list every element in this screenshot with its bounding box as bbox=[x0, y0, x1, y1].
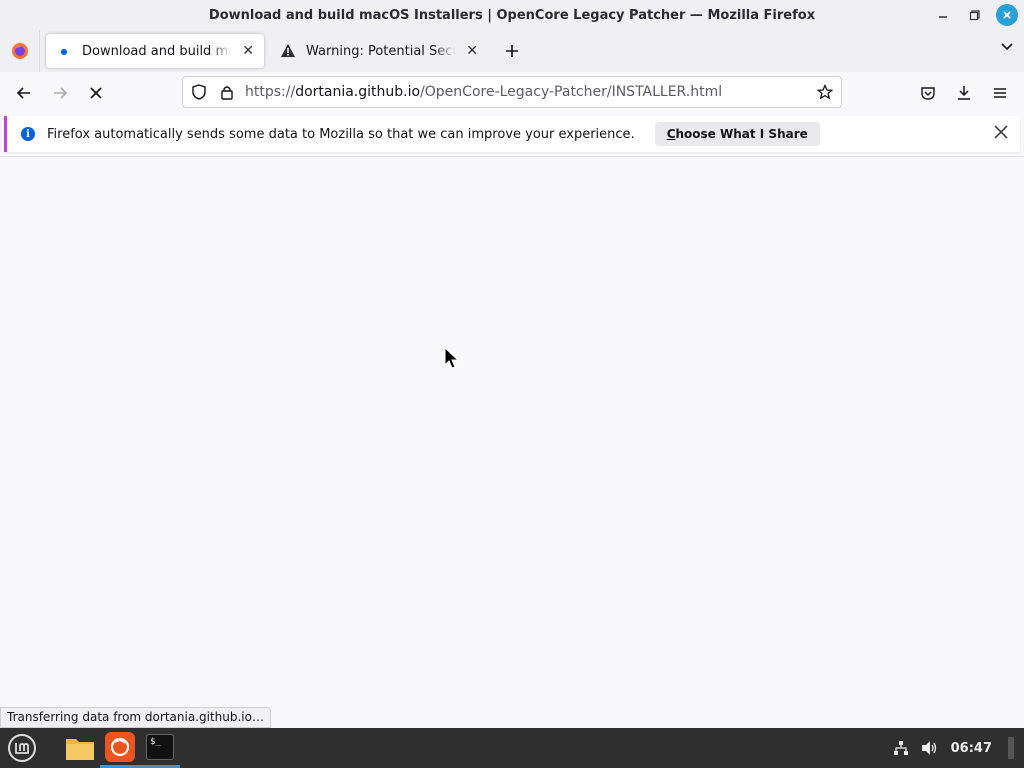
stop-button[interactable] bbox=[80, 77, 112, 109]
forward-button[interactable] bbox=[44, 77, 76, 109]
firefox-icon bbox=[105, 731, 135, 762]
stop-icon bbox=[90, 87, 102, 99]
button-accesskey: C bbox=[666, 127, 676, 141]
tab-close-icon[interactable]: ✕ bbox=[466, 43, 478, 59]
minimize-icon bbox=[939, 16, 947, 18]
pocket-icon bbox=[921, 87, 935, 100]
window-titlebar: Download and build macOS Installers | Op… bbox=[0, 0, 1024, 30]
url-text[interactable]: https://dortania.github.io/OpenCore-Lega… bbox=[245, 84, 817, 100]
clock[interactable]: 06:47 bbox=[951, 741, 992, 756]
chevron-down-icon bbox=[1001, 43, 1013, 51]
button-label: hoose What I Share bbox=[675, 127, 808, 141]
toolbar-right bbox=[912, 77, 1016, 109]
terminal-launcher[interactable]: $_ bbox=[140, 728, 180, 768]
page-content[interactable] bbox=[0, 156, 1024, 728]
notification-message: Firefox automatically sends some data to… bbox=[47, 126, 635, 142]
tab-label: Warning: Potential Security Risk Ahead bbox=[306, 43, 456, 59]
tab-close-icon[interactable]: ✕ bbox=[242, 43, 254, 59]
terminal-icon: $_ bbox=[146, 733, 174, 760]
list-all-tabs-button[interactable] bbox=[1000, 39, 1014, 57]
maximize-icon bbox=[969, 10, 980, 21]
close-icon bbox=[1003, 11, 1011, 19]
close-window-button[interactable] bbox=[996, 4, 1018, 26]
window-controls bbox=[932, 4, 1018, 26]
tab-bar: ● Download and build macOS Installers | … bbox=[0, 30, 1024, 72]
firefox-launcher[interactable] bbox=[100, 728, 140, 768]
info-icon: i bbox=[21, 127, 35, 141]
navigation-toolbar: https://dortania.github.io/OpenCore-Lega… bbox=[0, 72, 1024, 114]
loading-icon: ● bbox=[60, 46, 68, 56]
hamburger-icon bbox=[994, 88, 1006, 98]
url-path: /OpenCore-Legacy-Patcher/INSTALLER.html bbox=[420, 84, 723, 100]
firefox-view-button[interactable] bbox=[0, 30, 40, 72]
show-desktop-button[interactable] bbox=[1008, 737, 1014, 759]
data-reporting-notification: i Firefox automatically sends some data … bbox=[4, 116, 1020, 152]
firefox-logo-icon bbox=[110, 737, 130, 756]
volume-icon[interactable] bbox=[921, 740, 939, 756]
downloads-button[interactable] bbox=[948, 77, 980, 109]
star-icon[interactable] bbox=[817, 84, 833, 100]
taskbar: $_ 06:47 bbox=[0, 728, 1024, 768]
tab-security-warning[interactable]: Warning: Potential Security Risk Ahead ✕ bbox=[270, 34, 488, 68]
files-icon bbox=[66, 739, 94, 760]
warning-icon bbox=[281, 44, 295, 57]
system-tray: 06:47 bbox=[893, 728, 1014, 768]
shield-icon[interactable] bbox=[191, 84, 207, 100]
mint-menu-icon bbox=[8, 734, 36, 762]
pocket-button[interactable] bbox=[912, 77, 944, 109]
app-menu-button[interactable] bbox=[984, 77, 1016, 109]
url-scheme: https:// bbox=[245, 84, 296, 100]
download-icon bbox=[958, 86, 970, 100]
pointer-arrow-icon bbox=[444, 346, 460, 369]
close-icon bbox=[994, 125, 1008, 139]
notification-close-button[interactable] bbox=[994, 124, 1008, 143]
lock-icon[interactable] bbox=[219, 84, 235, 100]
tab-installer[interactable]: ● Download and build macOS Installers | … bbox=[46, 34, 264, 68]
minimize-button[interactable] bbox=[932, 4, 954, 26]
plus-icon bbox=[506, 45, 518, 57]
url-domain: dortania.github.io bbox=[295, 84, 421, 100]
new-tab-button[interactable] bbox=[496, 35, 528, 67]
firefox-icon bbox=[11, 43, 28, 59]
window-title: Download and build macOS Installers | Op… bbox=[208, 7, 816, 23]
network-icon[interactable] bbox=[893, 740, 909, 756]
arrow-right-icon bbox=[54, 87, 68, 99]
back-button[interactable] bbox=[8, 77, 40, 109]
tab-label: Download and build macOS Installers | Op… bbox=[82, 43, 233, 59]
url-bar[interactable]: https://dortania.github.io/OpenCore-Lega… bbox=[182, 76, 842, 108]
choose-what-i-share-button[interactable]: Choose What I Share bbox=[654, 122, 820, 146]
mint-menu-button[interactable] bbox=[2, 728, 42, 768]
arrow-left-icon bbox=[16, 87, 30, 99]
maximize-button[interactable] bbox=[964, 4, 986, 26]
files-launcher[interactable] bbox=[60, 728, 100, 768]
status-panel: Transferring data from dortania.github.i… bbox=[0, 707, 271, 728]
